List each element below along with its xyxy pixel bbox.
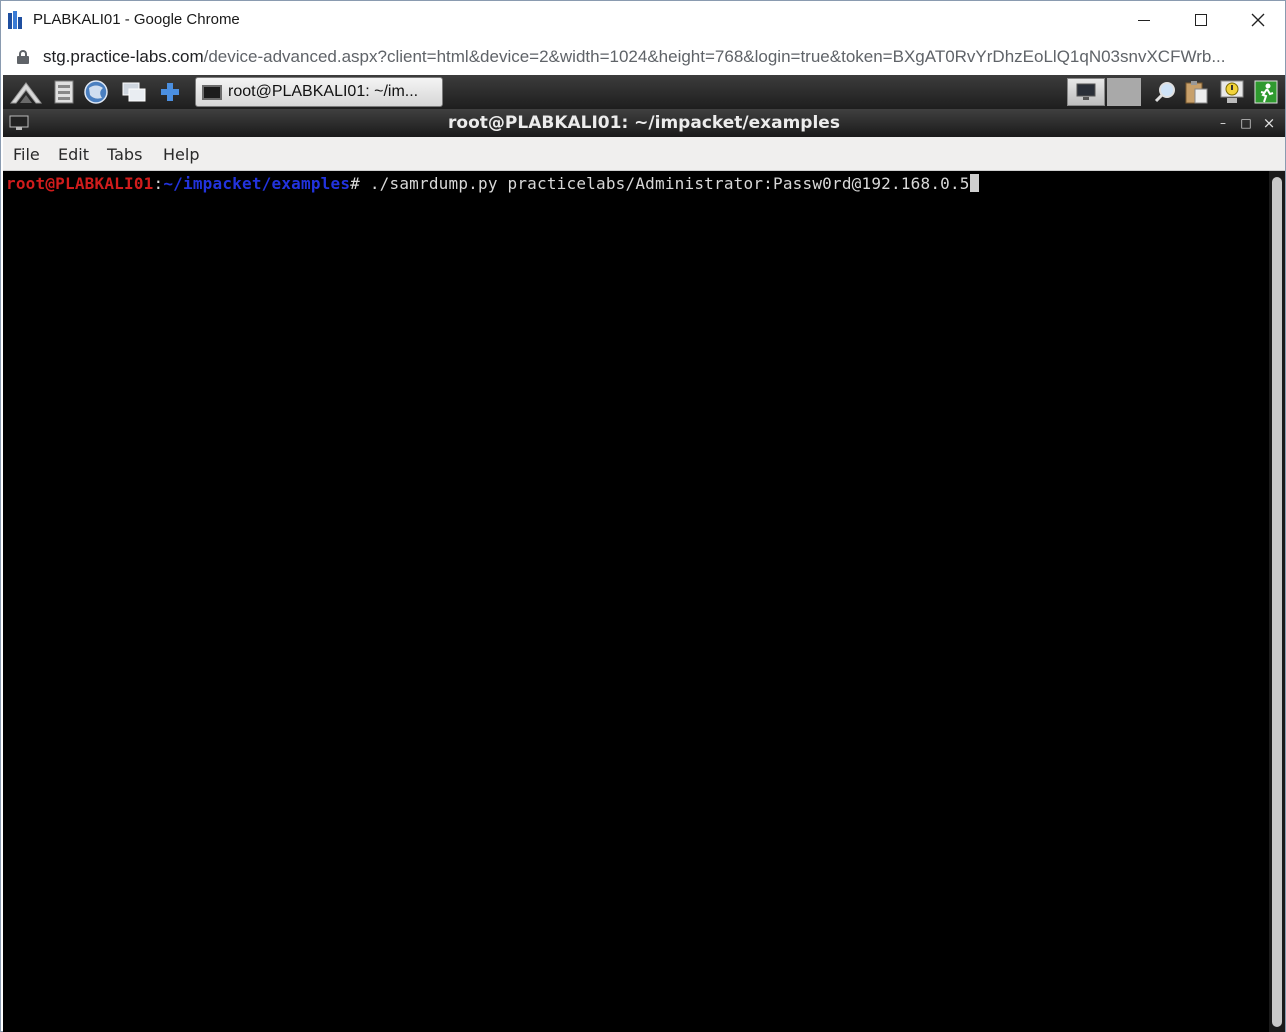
window-title: PLABKALI01 - Google Chrome	[33, 11, 240, 28]
search-icon[interactable]	[1153, 79, 1179, 105]
show-desktop-icon[interactable]	[121, 79, 147, 105]
notification-icon[interactable]	[1219, 79, 1245, 105]
taskbar: root@PLABKALI01: ~/im...	[3, 75, 1285, 109]
url-text[interactable]: stg.practice-labs.com/device-advanced.as…	[43, 47, 1273, 67]
add-icon[interactable]	[157, 79, 183, 105]
terminal-title: root@PLABKALI01: ~/impacket/examples	[448, 113, 840, 133]
scrollbar-thumb[interactable]	[1272, 177, 1282, 1027]
maximize-button[interactable]	[1172, 1, 1229, 39]
task-label: root@PLABKALI01: ~/im...	[228, 83, 419, 100]
url-host: stg.practice-labs.com	[43, 47, 204, 66]
lock-icon[interactable]	[17, 50, 29, 64]
close-button[interactable]	[1229, 1, 1286, 39]
command-text: ./samrdump.py practicelabs/Administrator…	[369, 174, 970, 193]
terminal-scrollbar[interactable]	[1269, 171, 1285, 1032]
browser-window: PLABKALI01 - Google Chrome stg.practice-…	[0, 0, 1286, 1032]
app-logo-icon	[8, 11, 22, 29]
prompt-user: root@PLABKALI01	[6, 174, 154, 193]
menu-edit[interactable]: Edit	[58, 145, 89, 164]
logout-icon[interactable]	[1253, 79, 1279, 105]
menu-file[interactable]: File	[13, 145, 40, 164]
terminal-title-bar: root@PLABKALI01: ~/impacket/examples – □…	[3, 109, 1285, 137]
terminal-icon	[202, 85, 222, 100]
maximize-icon	[1194, 14, 1207, 26]
minimize-button[interactable]	[1115, 1, 1172, 39]
command-line: root@PLABKALI01:~/impacket/examples# ./s…	[6, 174, 979, 193]
terminal-maximize-button[interactable]: □	[1238, 115, 1254, 131]
close-icon	[1251, 13, 1264, 27]
blank-tray-icon[interactable]	[1107, 78, 1141, 106]
text-cursor	[969, 174, 979, 192]
url-path: /device-advanced.aspx?client=html&device…	[203, 47, 1226, 66]
terminal-menu-bar: File Edit Tabs Help	[3, 137, 1285, 171]
prompt-separator: :	[153, 174, 164, 193]
prompt-symbol: #	[350, 174, 370, 193]
terminal-minimize-button[interactable]: –	[1215, 115, 1231, 131]
prompt-path: ~/impacket/examples	[163, 174, 351, 193]
minimize-icon	[1137, 19, 1150, 21]
browser-title-bar: PLABKALI01 - Google Chrome	[1, 1, 1285, 39]
terminal-output[interactable]: root@PLABKALI01:~/impacket/examples# ./s…	[3, 171, 1269, 1032]
menu-tabs[interactable]: Tabs	[107, 145, 142, 164]
kali-menu-icon[interactable]	[9, 79, 43, 105]
menu-help[interactable]: Help	[163, 145, 199, 164]
terminal-close-button[interactable]: ×	[1261, 114, 1277, 132]
file-manager-icon[interactable]	[51, 79, 77, 105]
clipboard-icon[interactable]	[1183, 79, 1209, 105]
taskbar-task-terminal[interactable]: root@PLABKALI01: ~/im...	[195, 77, 443, 107]
address-bar[interactable]: stg.practice-labs.com/device-advanced.as…	[1, 39, 1285, 75]
remote-desktop[interactable]: root@PLABKALI01: ~/im... root@PLABKALI01…	[3, 75, 1285, 1032]
monitor-icon[interactable]	[1067, 78, 1105, 106]
browser-icon[interactable]	[83, 79, 109, 105]
